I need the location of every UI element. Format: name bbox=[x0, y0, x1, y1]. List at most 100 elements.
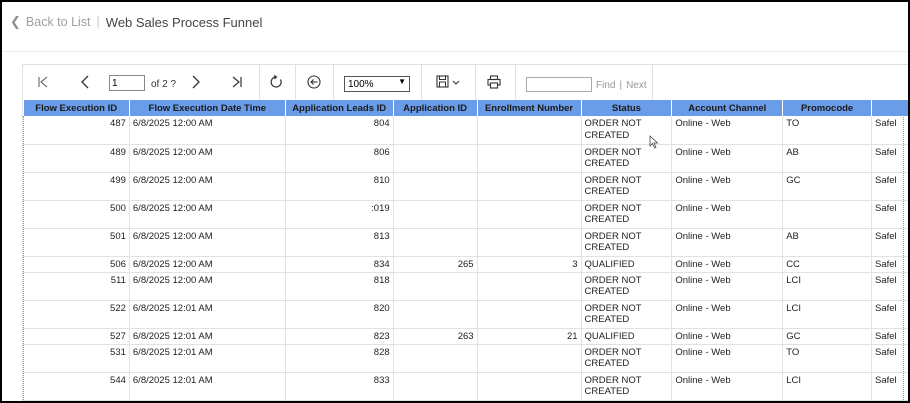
column-header[interactable]: Application ID bbox=[393, 100, 478, 116]
table-cell: Online - Web bbox=[671, 372, 784, 400]
status-cell: QUALIFIED bbox=[581, 256, 673, 273]
table-cell: 6/8/2025 12:01 AM bbox=[129, 344, 286, 373]
table-cell: 522 bbox=[23, 300, 130, 329]
find-link[interactable]: Find bbox=[596, 80, 615, 91]
toolbar-separator bbox=[259, 65, 260, 99]
vertical-scrollbar[interactable] bbox=[903, 100, 908, 400]
status-line: CREATED bbox=[584, 358, 630, 369]
table-cell bbox=[393, 116, 478, 145]
back-to-list-link[interactable]: ❮ Back to List bbox=[10, 14, 91, 30]
table-cell: 501 bbox=[23, 228, 130, 257]
table-cell: 506 bbox=[23, 256, 130, 273]
table-cell: AB bbox=[782, 144, 872, 173]
table-cell: LCI bbox=[782, 272, 872, 301]
table-cell: 804 bbox=[285, 116, 394, 145]
table-cell: 6/8/2025 12:00 AM bbox=[129, 116, 286, 145]
status-line: ORDER NOT bbox=[584, 374, 642, 386]
status-cell: ORDER NOT CREATED bbox=[581, 228, 673, 257]
table-cell: TO bbox=[782, 116, 872, 145]
status-line: ORDER NOT bbox=[584, 346, 642, 358]
table-row: 499 6/8/2025 12:00 AM 810 ORDER NOT CREATED O… bbox=[23, 172, 908, 201]
next-link[interactable]: Next bbox=[626, 80, 647, 91]
report-table-container: Flow Execution ID Flow Execution Date Ti… bbox=[23, 100, 908, 400]
table-cell: Online - Web bbox=[671, 116, 784, 145]
status-line: ORDER NOT bbox=[584, 174, 642, 186]
table-cell: 511 bbox=[23, 272, 130, 301]
table-cell bbox=[477, 172, 582, 201]
column-header[interactable]: Flow Execution ID bbox=[23, 100, 130, 116]
table-cell bbox=[477, 144, 582, 173]
status-cell: ORDER NOT CREATED bbox=[581, 372, 673, 400]
table-row: 500 6/8/2025 12:00 AM:019 ORDER NOT CREATED… bbox=[23, 200, 908, 229]
table-cell: 21 bbox=[477, 328, 582, 345]
toolbar-separator bbox=[333, 65, 334, 99]
table-cell bbox=[782, 200, 872, 229]
table-cell: 500 bbox=[23, 200, 130, 229]
column-header[interactable]: Application Leads ID bbox=[285, 100, 394, 116]
chevron-left-icon: ❮ bbox=[10, 14, 21, 29]
table-cell bbox=[393, 144, 478, 173]
report-panel: of 2 ? 100% ▼ bbox=[22, 64, 908, 401]
table-cell: 6/8/2025 12:01 AM bbox=[129, 300, 286, 329]
table-cell: 499 bbox=[23, 172, 130, 201]
page-number-input[interactable] bbox=[109, 75, 145, 91]
table-cell: 6/8/2025 12:00 AM bbox=[129, 172, 286, 201]
back-to-list-label: Back to List bbox=[25, 15, 91, 29]
table-cell: 813 bbox=[285, 228, 394, 257]
status-cell: QUALIFIED bbox=[581, 328, 673, 345]
table-cell: Online - Web bbox=[671, 272, 784, 301]
table-cell: 834 bbox=[285, 256, 394, 273]
table-cell bbox=[477, 228, 582, 257]
table-cell: Online - Web bbox=[671, 344, 784, 373]
status-line: CREATED bbox=[584, 186, 630, 197]
table-cell: 833 bbox=[285, 372, 394, 400]
table-row: 489 6/8/2025 12:00 AM 806 ORDER NOT CREATED O… bbox=[23, 144, 908, 173]
first-page-icon[interactable] bbox=[35, 72, 51, 92]
print-icon[interactable] bbox=[485, 72, 503, 92]
status-cell: ORDER NOT CREATED bbox=[581, 272, 673, 301]
column-header[interactable]: Status bbox=[581, 100, 673, 116]
next-page-icon[interactable] bbox=[188, 72, 204, 92]
table-cell: AB bbox=[782, 228, 872, 257]
table-row: 501 6/8/2025 12:00 AM 813 ORDER NOT CREATED O… bbox=[23, 228, 908, 257]
table-cell: Online - Web bbox=[671, 328, 784, 345]
table-cell: GC bbox=[782, 172, 872, 201]
status-line: CREATED bbox=[584, 386, 630, 397]
table-row: 527 6/8/2025 12:01 AM 823 263 21 QUALIFIED Onl… bbox=[23, 328, 908, 345]
table-cell: 820 bbox=[285, 300, 394, 329]
refresh-icon[interactable] bbox=[267, 72, 285, 92]
back-to-parent-icon[interactable] bbox=[305, 72, 323, 92]
previous-page-icon[interactable] bbox=[77, 72, 93, 92]
status-line: ORDER NOT bbox=[584, 302, 642, 314]
find-input[interactable] bbox=[526, 77, 592, 92]
column-header[interactable]: Promocode bbox=[782, 100, 872, 116]
column-header[interactable]: Flow Execution Date Time bbox=[129, 100, 286, 116]
export-save-icon[interactable] bbox=[433, 72, 465, 92]
table-cell: 3 bbox=[477, 256, 582, 273]
last-page-icon[interactable] bbox=[229, 72, 245, 92]
table-row: 544 6/8/2025 12:01 AM 833 ORDER NOT CREATED O… bbox=[23, 372, 908, 400]
table-cell bbox=[393, 272, 478, 301]
table-cell bbox=[393, 344, 478, 373]
column-header[interactable]: Account Channel bbox=[671, 100, 784, 116]
status-line: ORDER NOT bbox=[584, 230, 642, 242]
status-line: CREATED bbox=[584, 158, 630, 169]
table-cell bbox=[477, 200, 582, 229]
status-cell: ORDER NOT CREATED bbox=[581, 200, 673, 229]
header-divider bbox=[2, 51, 908, 52]
table-cell bbox=[477, 372, 582, 400]
table-cell: 489 bbox=[23, 144, 130, 173]
table-cell bbox=[477, 300, 582, 329]
table-cell: 6/8/2025 12:00 AM bbox=[129, 228, 286, 257]
table-header-row: Flow Execution ID Flow Execution Date Ti… bbox=[23, 100, 908, 116]
column-header[interactable]: Enrollment Number bbox=[477, 100, 582, 116]
zoom-select[interactable]: 100% ▼ bbox=[344, 76, 410, 92]
mouse-cursor-icon bbox=[649, 135, 659, 149]
table-cell: Online - Web bbox=[671, 256, 784, 273]
table-cell: 823 bbox=[285, 328, 394, 345]
table-cell: 265 bbox=[393, 256, 478, 273]
page-count-label: of 2 ? bbox=[151, 79, 177, 90]
table-cell: 6/8/2025 12:00 AM bbox=[129, 200, 286, 229]
toolbar-separator bbox=[295, 65, 296, 99]
report-table: Flow Execution ID Flow Execution Date Ti… bbox=[23, 100, 908, 400]
